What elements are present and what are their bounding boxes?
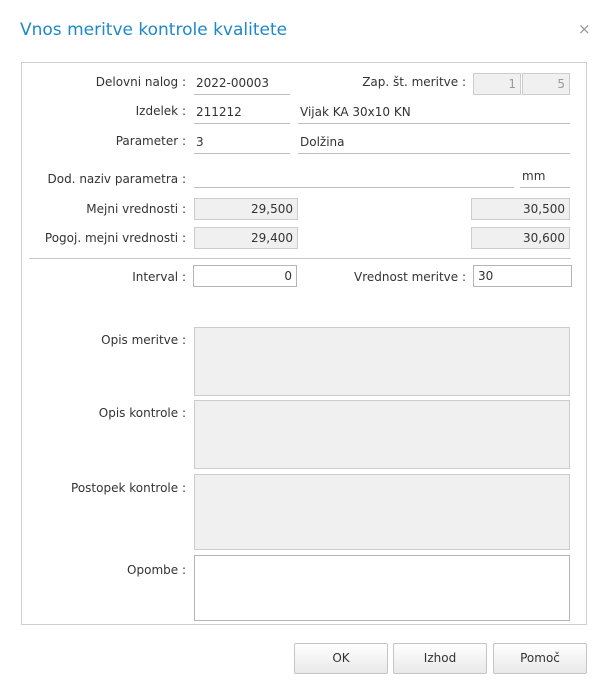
opis-meritve-label: Opis meritve : (101, 333, 186, 347)
pogoj-mejni-vrednosti-max: 30,600 (471, 227, 570, 249)
zap-st-meritve-field-2: 5 (522, 73, 570, 95)
mejni-vrednosti-label: Mejni vrednosti : (86, 202, 186, 216)
section-divider (29, 258, 571, 259)
mejni-vrednosti-min: 29,500 (194, 198, 298, 220)
zap-st-meritve-field-1: 1 (473, 73, 521, 95)
interval-input[interactable]: 0 (193, 265, 297, 287)
izdelek-name: Vijak KA 30x10 KN (298, 102, 570, 124)
opis-meritve-field (194, 327, 570, 396)
ok-button[interactable]: OK (294, 643, 388, 674)
mejni-vrednosti-max: 30,500 (471, 198, 570, 220)
opombe-label: Opombe : (127, 563, 186, 577)
delovni-nalog-label: Delovni nalog : (95, 75, 186, 89)
postopek-kontrole-field (194, 474, 570, 550)
opis-kontrole-label: Opis kontrole : (98, 406, 186, 420)
interval-label: Interval : (132, 270, 186, 284)
parameter-name: Dolžina (298, 132, 570, 154)
parameter-label: Parameter : (115, 134, 186, 148)
close-icon[interactable]: × (578, 20, 591, 38)
izhod-button[interactable]: Izhod (393, 643, 487, 674)
opombe-input[interactable] (194, 555, 570, 621)
pomoc-button[interactable]: Pomoč (493, 643, 587, 674)
zap-st-meritve-label: Zap. št. meritve : (362, 75, 466, 89)
unit-label: mm (520, 166, 570, 188)
vrednost-meritve-input[interactable]: 30 (473, 265, 572, 287)
pogoj-mejni-vrednosti-label: Pogoj. mejni vrednosti : (44, 231, 186, 245)
postopek-kontrole-label: Postopek kontrole : (71, 481, 186, 495)
vrednost-meritve-label: Vrednost meritve : (354, 270, 466, 284)
parameter-code: 3 (194, 132, 290, 154)
pogoj-mejni-vrednosti-min: 29,400 (194, 227, 298, 249)
opis-kontrole-field (194, 400, 570, 469)
izdelek-label: Izdelek : (135, 104, 186, 118)
dod-naziv-parametra-value (194, 166, 514, 188)
dialog-title: Vnos meritve kontrole kvalitete (20, 20, 288, 40)
dod-naziv-parametra-label: Dod. naziv parametra : (47, 172, 186, 186)
izdelek-code: 211212 (194, 102, 290, 124)
delovni-nalog-value: 2022-00003 (194, 73, 290, 95)
